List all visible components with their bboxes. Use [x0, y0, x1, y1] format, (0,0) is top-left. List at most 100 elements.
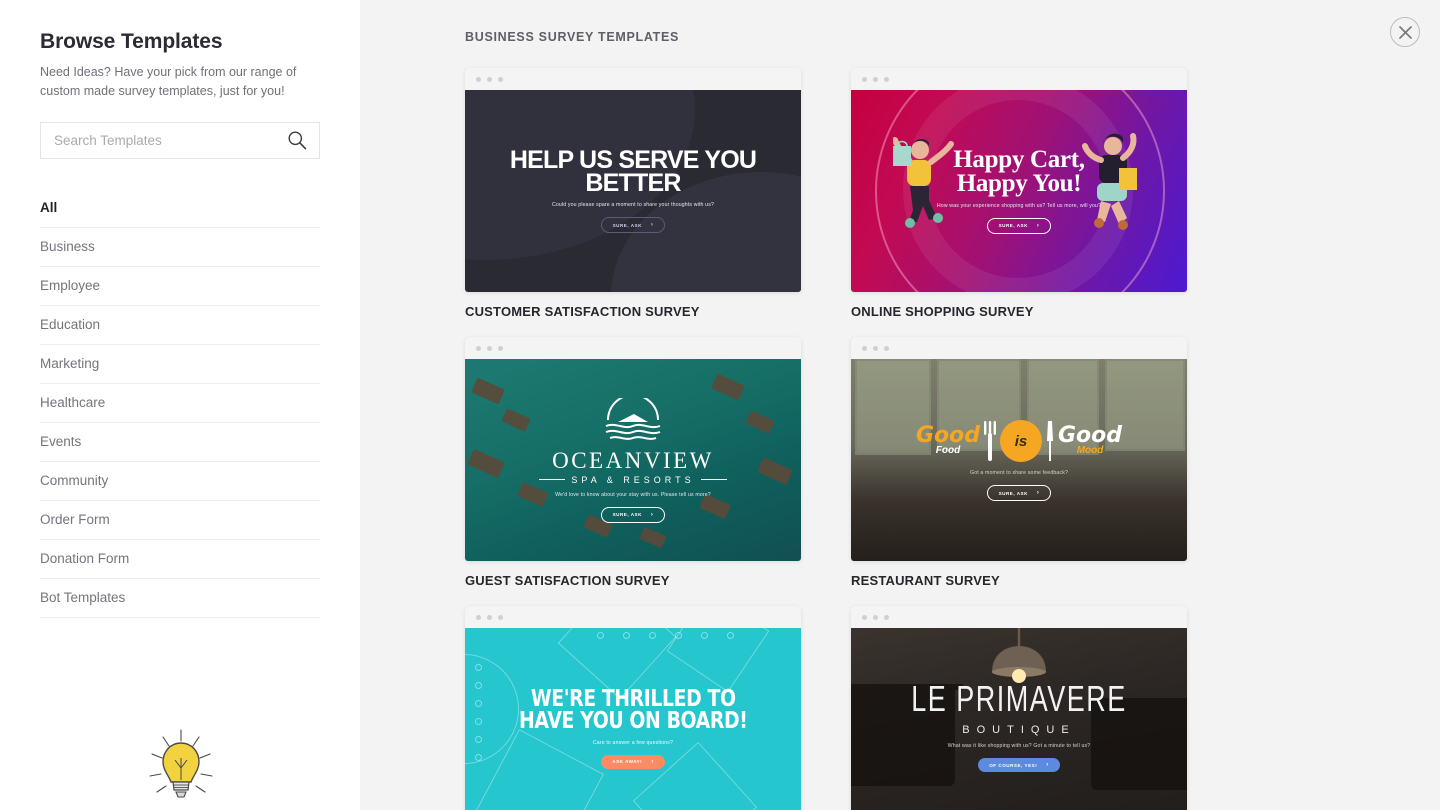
sidebar-item-label: Business [40, 239, 95, 255]
template-cta-label: OF COURSE, YES! [989, 762, 1038, 768]
template-cta-label: SURE, ASK [998, 490, 1028, 496]
sidebar-item-events[interactable]: Events [40, 423, 320, 462]
template-headline-line2: HAVE YOU ON BOARD! [518, 708, 748, 734]
sidebar-item-label: All [40, 200, 58, 216]
sidebar-item-donation-form[interactable]: Donation Form [40, 540, 320, 579]
browser-chrome-bar [465, 606, 801, 628]
search-icon[interactable] [287, 130, 307, 150]
template-title: RESTAURANT SURVEY [851, 573, 1000, 588]
window-dot-icon [884, 345, 889, 351]
sidebar-item-all[interactable]: All [40, 189, 320, 228]
brand-tagline: BOUTIQUE [962, 724, 1076, 736]
sidebar-item-community[interactable]: Community [40, 462, 320, 501]
template-headline-line1: Happy Cart, [953, 146, 1085, 174]
search-input[interactable] [41, 122, 319, 158]
brand-tagline: SPA & RESORTS [539, 475, 726, 485]
template-card[interactable]: OCEANVIEW SPA & RESORTS We'd love to kno… [465, 337, 801, 588]
brand-word-good: Good [915, 422, 980, 448]
pendant-lamp-icon [992, 628, 1046, 683]
window-dot-icon [487, 345, 492, 351]
template-preview-frame[interactable]: HELP US SERVE YOU BETTER Could you pleas… [465, 68, 801, 292]
window-dot-icon [884, 76, 889, 82]
browser-chrome-bar [465, 68, 801, 90]
knife-icon [1047, 421, 1053, 461]
window-dot-icon [476, 76, 481, 82]
template-canvas: HELP US SERVE YOU BETTER Could you pleas… [465, 90, 801, 292]
template-subtitle: Could you please spare a moment to share… [552, 202, 714, 208]
template-canvas: Happy Cart, Happy You! How was your expe… [851, 90, 1187, 292]
window-dot-icon [487, 614, 492, 620]
template-cta-button[interactable]: SURE, ASK › [986, 485, 1052, 501]
window-dot-icon [873, 76, 878, 82]
shopper-illustration [893, 137, 954, 228]
sidebar-item-label: Events [40, 434, 82, 450]
sidebar-item-healthcare[interactable]: Healthcare [40, 384, 320, 423]
window-dot-icon [862, 345, 867, 351]
template-cta-button[interactable]: SURE, ASK › [600, 217, 666, 233]
chevron-right-icon: › [650, 511, 654, 518]
close-button[interactable] [1390, 17, 1420, 47]
brand-word-good: Good [1058, 422, 1123, 448]
window-dot-icon [873, 614, 878, 620]
chevron-right-icon: › [1036, 490, 1040, 496]
template-cta-button[interactable]: SURE, ASK › [600, 506, 666, 523]
window-dot-icon [498, 76, 503, 82]
template-canvas: LE PRIMAVERE BOUTIQUE What was it like s… [851, 628, 1187, 810]
sidebar-item-order-form[interactable]: Order Form [40, 501, 320, 540]
sidebar-item-business[interactable]: Business [40, 228, 320, 267]
template-subtitle: Got a moment to share some feedback? [970, 470, 1068, 476]
sidebar-item-label: Community [40, 473, 109, 489]
sidebar-item-marketing[interactable]: Marketing [40, 345, 320, 384]
window-dot-icon [862, 76, 867, 82]
sidebar-item-education[interactable]: Education [40, 306, 320, 345]
window-dot-icon [476, 345, 481, 351]
brand-name: LE PRIMAVERE [911, 678, 1127, 720]
sidebar-item-label: Education [40, 317, 101, 333]
window-dot-icon [884, 614, 889, 620]
template-card[interactable]: HELP US SERVE YOU BETTER Could you pleas… [465, 68, 801, 319]
browser-chrome-bar [851, 68, 1187, 90]
category-list: All Business Employee Education Marketin… [40, 189, 320, 618]
sidebar-item-label: Marketing [40, 356, 100, 372]
template-card[interactable]: Happy Cart, Happy You! How was your expe… [851, 68, 1187, 319]
template-cta-button[interactable]: OF COURSE, YES! › [978, 758, 1060, 772]
template-title: ONLINE SHOPPING SURVEY [851, 304, 1034, 319]
template-preview-frame[interactable]: Good Food is Good Mood Got a moment to s… [851, 337, 1187, 561]
template-preview-frame[interactable]: Happy Cart, Happy You! How was your expe… [851, 68, 1187, 292]
search-box[interactable] [40, 121, 320, 159]
template-cta-label: SURE, ASK [998, 223, 1028, 229]
template-preview-frame[interactable]: OCEANVIEW SPA & RESORTS We'd love to kno… [465, 337, 801, 561]
browser-chrome-bar [851, 337, 1187, 359]
sidebar: Browse Templates Need Ideas? Have your p… [0, 0, 360, 810]
template-headline: HELP US SERVE YOU BETTER [509, 146, 757, 197]
close-icon [1398, 25, 1412, 39]
template-canvas: Good Food is Good Mood Got a moment to s… [851, 359, 1187, 561]
page-subtitle: Need Ideas? Have your pick from our rang… [40, 65, 297, 99]
template-subtitle: What was it like shopping with us? Got a… [947, 743, 1091, 749]
window-dot-icon [498, 345, 503, 351]
template-card[interactable]: LE PRIMAVERE BOUTIQUE What was it like s… [851, 606, 1187, 810]
sidebar-item-bot-templates[interactable]: Bot Templates [40, 579, 320, 618]
sidebar-item-label: Employee [40, 278, 101, 294]
page-title: Browse Templates [40, 30, 223, 53]
sidebar-item-employee[interactable]: Employee [40, 267, 320, 306]
chevron-right-icon: › [1036, 222, 1040, 229]
template-canvas: OCEANVIEW SPA & RESORTS We'd love to kno… [465, 359, 801, 561]
sidebar-item-label: Order Form [40, 512, 110, 528]
template-preview-frame[interactable]: LE PRIMAVERE BOUTIQUE What was it like s… [851, 606, 1187, 810]
brand-lockup: OCEANVIEW SPA & RESORTS [539, 393, 726, 485]
template-cta-button[interactable]: ASK AWAY! › [601, 754, 665, 769]
template-cta-label: ASK AWAY! [612, 759, 643, 765]
template-headline-line2: Happy You! [956, 170, 1082, 197]
shopper-illustration [1082, 133, 1137, 230]
template-canvas: WE'RE THRILLED TO HAVE YOU ON BOARD! Car… [465, 628, 801, 810]
chevron-right-icon: › [650, 222, 654, 228]
template-card[interactable]: WE'RE THRILLED TO HAVE YOU ON BOARD! Car… [465, 606, 801, 810]
template-cta-label: SURE, ASK [612, 512, 642, 517]
template-preview-frame[interactable]: WE'RE THRILLED TO HAVE YOU ON BOARD! Car… [465, 606, 801, 810]
template-subtitle: Care to answer a few questions? [592, 739, 674, 746]
chevron-right-icon: › [1046, 762, 1049, 768]
template-cta-button[interactable]: SURE, ASK › [986, 217, 1052, 234]
template-card[interactable]: Good Food is Good Mood Got a moment to s… [851, 337, 1187, 588]
brand-word-is: is [1000, 420, 1042, 462]
